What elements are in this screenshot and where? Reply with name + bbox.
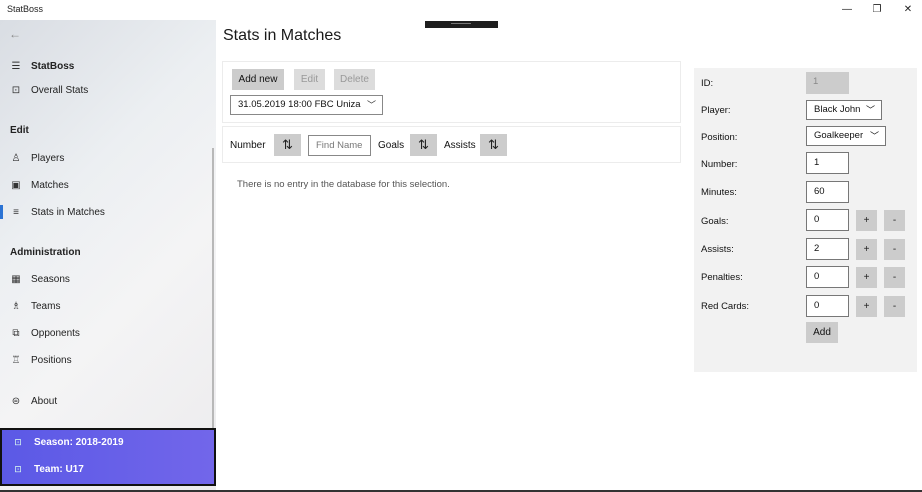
- drag-handle[interactable]: [425, 21, 498, 28]
- sidebar-item-label: Teams: [31, 300, 61, 312]
- penalties-plus-button[interactable]: +: [856, 267, 877, 288]
- sidebar-item-label: About: [31, 395, 58, 407]
- sidebar-item-label: Overall Stats: [31, 84, 89, 96]
- sidebar-item-opponents[interactable]: ⧉ Opponents: [0, 322, 214, 344]
- assists-label: Assists:: [701, 244, 734, 255]
- chevron-down-icon: ﹀: [865, 105, 875, 115]
- team-label: Team: U17: [34, 464, 84, 475]
- page-title: Stats in Matches: [223, 27, 342, 44]
- sidebar-item-matches[interactable]: ▣ Matches: [0, 174, 214, 196]
- close-button[interactable]: ✕: [901, 3, 915, 17]
- title-bar: StatBoss — ❐ ✕: [0, 0, 922, 20]
- team-icon: ⊡: [14, 464, 22, 474]
- player-label: Player:: [701, 105, 731, 116]
- position-dropdown-value: Goalkeeper: [814, 130, 864, 141]
- sidebar-item-seasons[interactable]: ▦ Seasons: [0, 268, 214, 290]
- chevron-down-icon: ﹀: [366, 100, 376, 110]
- goals-label: Goals:: [701, 216, 729, 227]
- detail-panel: ID: 1 Player: Black John ﹀ Position: Goa…: [694, 68, 917, 372]
- sort-assists-label: Assists: [444, 140, 476, 151]
- minutes-label: Minutes:: [701, 187, 737, 198]
- player-dropdown[interactable]: Black John ﹀: [806, 100, 882, 120]
- red-cards-field[interactable]: 0: [806, 295, 849, 317]
- penalties-label: Penalties:: [701, 272, 743, 283]
- sort-number-label: Number: [230, 140, 266, 151]
- people-icon: ♗: [11, 300, 21, 312]
- calendar-icon: ⊡: [14, 437, 22, 447]
- calendar-grid-icon: ▦: [11, 273, 21, 285]
- person-icon: ♙: [11, 152, 21, 164]
- sidebar-item-label: Stats in Matches: [31, 206, 105, 218]
- id-label: ID:: [701, 78, 714, 89]
- add-new-button[interactable]: Add new: [232, 69, 284, 90]
- number-label: Number:: [701, 159, 738, 170]
- match-dropdown-value: 31.05.2019 18:00 FBC Uniza: [238, 99, 361, 110]
- sort-number-button[interactable]: ⇅: [274, 134, 301, 156]
- sidebar-item-about[interactable]: ⊜ About: [0, 390, 214, 412]
- info-icon: ⊜: [11, 395, 21, 407]
- hamburger-icon: ☰: [11, 60, 21, 72]
- delete-button[interactable]: Delete: [334, 69, 375, 90]
- position-label: Position:: [701, 132, 738, 143]
- goals-field[interactable]: 0: [806, 209, 849, 231]
- number-field[interactable]: 1: [806, 152, 849, 174]
- empty-message: There is no entry in the database for th…: [237, 179, 450, 190]
- sidebar-item-positions[interactable]: ♖ Positions: [0, 349, 214, 371]
- versus-icon: ⧉: [12, 327, 20, 339]
- sidebar-item-label: Players: [31, 152, 65, 164]
- section-header-edit: Edit: [10, 125, 29, 136]
- player-dropdown-value: Black John: [814, 104, 861, 115]
- team-selector[interactable]: ⊡ Team: U17: [12, 464, 84, 475]
- sidebar-item-stats-in-matches[interactable]: ≡ Stats in Matches: [0, 201, 214, 223]
- goals-plus-button[interactable]: +: [856, 210, 877, 231]
- sidebar-item-overall-stats[interactable]: ⊡ Overall Stats: [0, 79, 214, 101]
- red-cards-label: Red Cards:: [701, 301, 750, 312]
- position-icon: ♖: [11, 354, 21, 366]
- add-stat-button[interactable]: Add: [806, 322, 838, 343]
- position-dropdown[interactable]: Goalkeeper ﹀: [806, 126, 886, 146]
- chevron-down-icon: ﹀: [869, 131, 879, 141]
- calendar-icon: ▣: [11, 179, 21, 191]
- penalties-field[interactable]: 0: [806, 266, 849, 288]
- sidebar-item-label: Seasons: [31, 273, 70, 285]
- red-cards-minus-button[interactable]: -: [884, 296, 905, 317]
- assists-field[interactable]: 2: [806, 238, 849, 260]
- sidebar-item-label: Matches: [31, 179, 69, 191]
- season-selector[interactable]: ⊡ Season: 2018-2019: [12, 437, 124, 448]
- chart-icon: ⊡: [11, 84, 21, 96]
- season-label: Season: 2018-2019: [34, 437, 124, 448]
- hamburger-menu-button[interactable]: ☰ StatBoss: [0, 55, 214, 77]
- sidebar: ← ☰ StatBoss ⊡ Overall Stats Edit ♙ Play…: [0, 20, 216, 492]
- sort-goals-label: Goals: [378, 140, 405, 151]
- find-name-input[interactable]: Find Name: [308, 135, 371, 156]
- sidebar-item-players[interactable]: ♙ Players: [0, 147, 214, 169]
- season-team-panel: ⊡ Season: 2018-2019 ⊡ Team: U17: [0, 428, 216, 486]
- red-cards-plus-button[interactable]: +: [856, 296, 877, 317]
- sort-assists-button[interactable]: ⇅: [480, 134, 507, 156]
- app-name: StatBoss: [31, 60, 75, 72]
- assists-plus-button[interactable]: +: [856, 239, 877, 260]
- minimize-button[interactable]: —: [840, 3, 854, 17]
- match-dropdown[interactable]: 31.05.2019 18:00 FBC Uniza ﹀: [230, 95, 383, 115]
- minutes-field[interactable]: 60: [806, 181, 849, 203]
- goals-minus-button[interactable]: -: [884, 210, 905, 231]
- penalties-minus-button[interactable]: -: [884, 267, 905, 288]
- edit-button[interactable]: Edit: [294, 69, 325, 90]
- filter-panel: Number ⇅ Find Name Goals ⇅ Assists ⇅: [222, 126, 681, 163]
- section-header-administration: Administration: [10, 247, 81, 258]
- sidebar-item-teams[interactable]: ♗ Teams: [0, 295, 214, 317]
- list-icon: ≡: [13, 206, 19, 218]
- toolbar-panel: Add new Edit Delete 31.05.2019 18:00 FBC…: [222, 61, 681, 123]
- sidebar-item-label: Opponents: [31, 327, 80, 339]
- sort-goals-button[interactable]: ⇅: [410, 134, 437, 156]
- id-field: 1: [806, 72, 849, 94]
- back-arrow-icon[interactable]: ←: [9, 27, 21, 41]
- restore-button[interactable]: ❐: [870, 3, 884, 17]
- sidebar-item-label: Positions: [31, 354, 72, 366]
- window-title: StatBoss: [7, 4, 44, 14]
- assists-minus-button[interactable]: -: [884, 239, 905, 260]
